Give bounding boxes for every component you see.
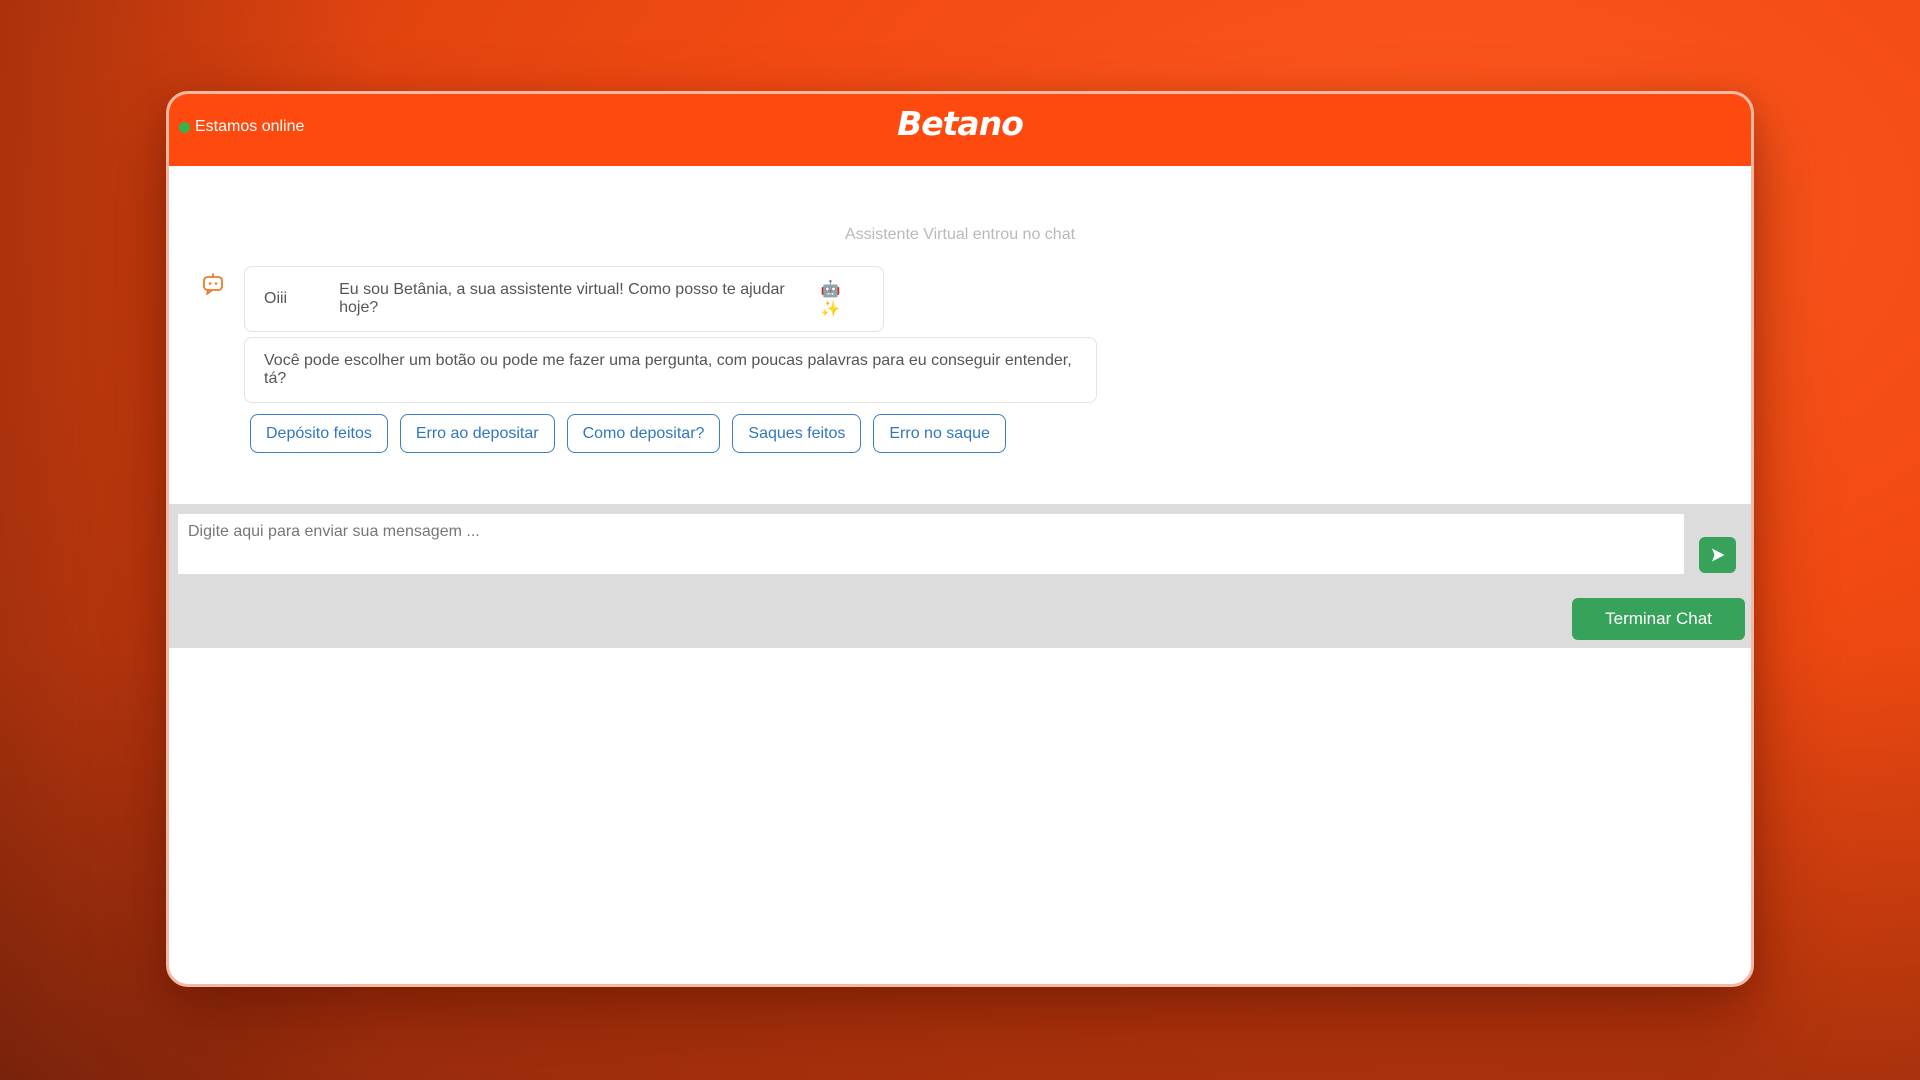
online-status-label: Estamos online	[195, 118, 305, 135]
quick-reply-erro-no-saque[interactable]: Erro no saque	[873, 414, 1006, 453]
chat-header: Estamos online Betano	[169, 94, 1751, 166]
quick-reply-erro-ao-depositar[interactable]: Erro ao depositar	[399, 414, 555, 453]
message-text: Eu sou Betânia, a sua assistente virtual…	[339, 281, 785, 316]
online-dot-icon	[179, 121, 190, 133]
robot-sparkle-emoji: 🤖 ✨	[820, 281, 841, 318]
quick-reply-group: Depósito feitos Erro ao depositar Como d…	[250, 414, 1006, 453]
send-arrow-icon	[1711, 548, 1724, 562]
system-message: Assistente Virtual entrou no chat	[844, 226, 1076, 243]
chat-bot-icon	[201, 272, 225, 296]
chat-window: Estamos online Betano Assistente Virtual…	[166, 91, 1754, 987]
bot-message-bubble: Oiii Eu sou Betânia, a sua assistente vi…	[244, 266, 884, 332]
message-list: Assistente Virtual entrou no chat Oiii E…	[169, 166, 1751, 506]
quick-reply-saques-feitos[interactable]: Saques feitos	[732, 414, 862, 453]
quick-reply-depositos-feitos[interactable]: Depósito feitos	[250, 414, 388, 453]
online-status: Estamos online	[179, 118, 304, 136]
composer-panel: Terminar Chat	[169, 504, 1751, 648]
end-chat-button[interactable]: Terminar Chat	[1572, 598, 1745, 640]
message-input[interactable]	[178, 514, 1684, 574]
send-button[interactable]	[1699, 537, 1736, 573]
message-greeting: Oiii	[264, 290, 288, 307]
message-text: Você pode escolher um botão ou pode me f…	[264, 352, 1072, 387]
quick-reply-como-depositar[interactable]: Como depositar?	[566, 414, 721, 453]
brand-logo: Betano	[897, 104, 1024, 143]
bot-message-bubble: Você pode escolher um botão ou pode me f…	[244, 337, 1097, 403]
